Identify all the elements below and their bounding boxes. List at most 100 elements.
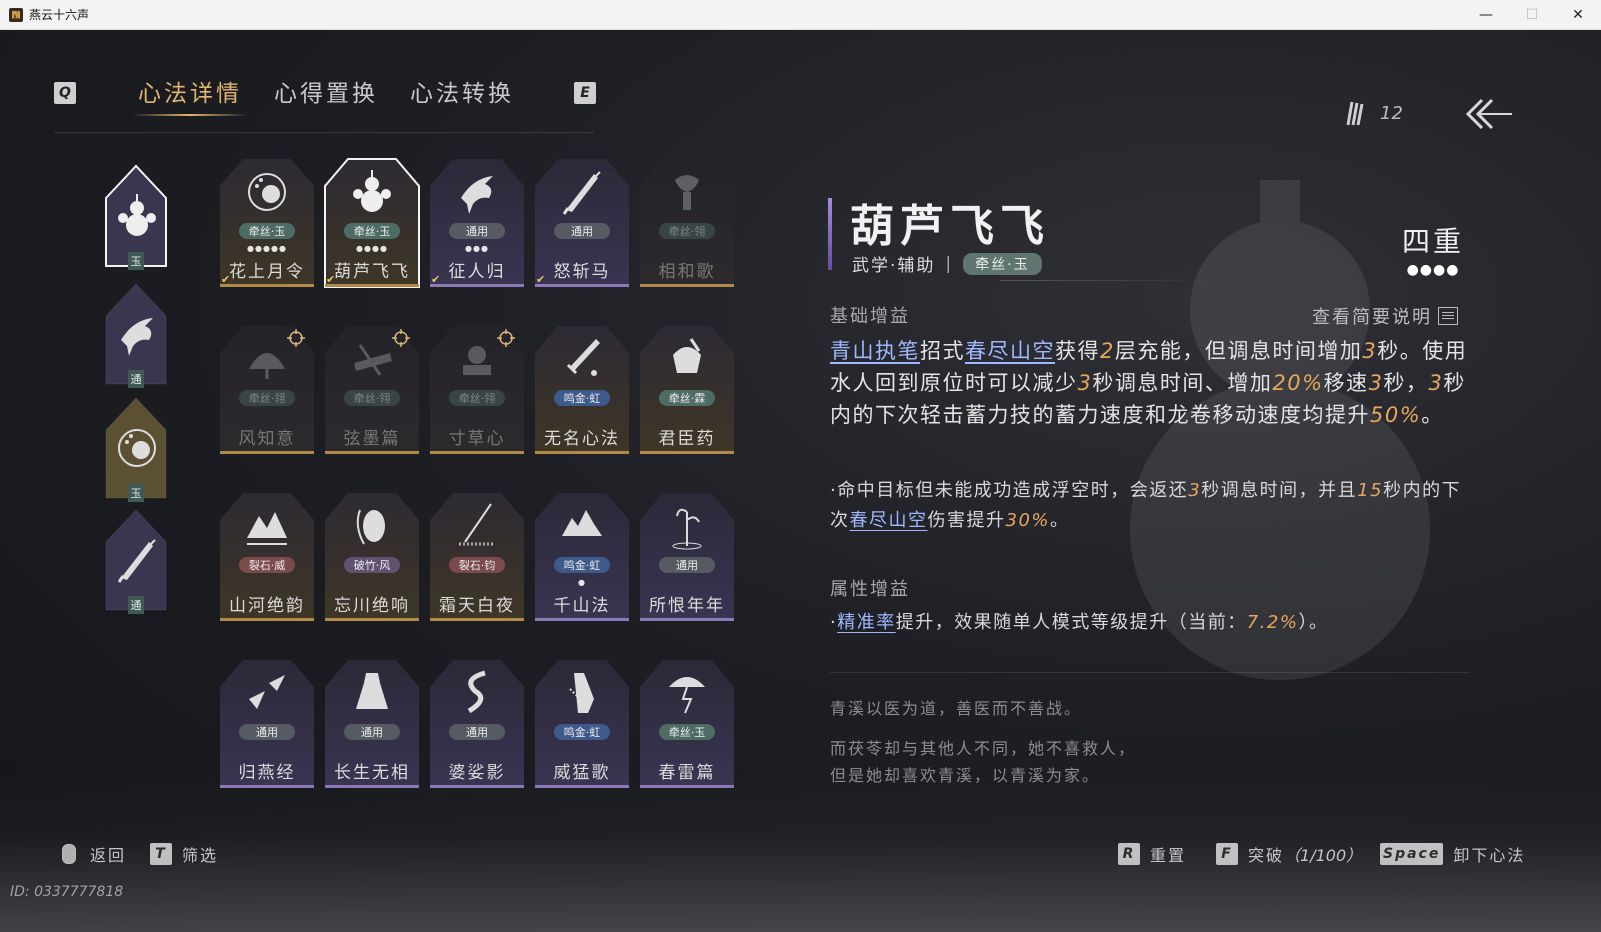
xinfa-card[interactable]: 牵丝·玉春雷篇 <box>639 659 735 789</box>
card-name: 千山法 <box>553 596 611 616</box>
lore-line-1: 青溪以医为道，善医而不善战。 <box>830 699 1083 718</box>
minimize-button[interactable]: — <box>1463 0 1509 30</box>
crosshair-icon <box>287 329 305 347</box>
currency-display: 12 <box>1344 100 1403 126</box>
key-hint-e[interactable]: E <box>574 82 596 104</box>
text-seg: 。 <box>1421 403 1444 427</box>
close-button[interactable]: ✕ <box>1555 0 1601 30</box>
card-name: 寸草心 <box>448 429 506 449</box>
xinfa-card[interactable]: 鸣金·虹 ● 千山法 <box>534 492 630 622</box>
card-school-badge: 裂石·钧 <box>449 557 505 573</box>
detail-subtitle: 武学·辅助 | 牵丝·玉 <box>852 251 1042 276</box>
maximize-button[interactable]: ☐ <box>1509 0 1555 30</box>
window-titlebar: 燕云十六声 — ☐ ✕ <box>0 0 1601 30</box>
card-school-badge: 牵丝·玉 <box>239 223 295 239</box>
equipped-check-icon: ✔ <box>326 273 336 286</box>
xinfa-card[interactable]: 牵丝·霖 君臣药 <box>639 325 735 455</box>
card-level-dots: ●●●● <box>356 244 388 253</box>
card-name: 霜天白夜 <box>439 596 515 616</box>
xinfa-card[interactable]: 牵丝·翎 相和歌 <box>639 158 735 288</box>
attribute-bonus-text: ·精准率提升，效果随单人模式等级提升（当前：7.2%）。 <box>830 608 1470 634</box>
window-title: 燕云十六声 <box>29 8 90 22</box>
mouse-icon <box>62 844 76 864</box>
attribute-bonus-header: 属性增益 <box>830 579 910 600</box>
gourd-icon <box>118 194 156 236</box>
basic-bonus-header: 基础增益 <box>830 306 910 327</box>
xinfa-card[interactable]: 鸣金·虹 威猛歌 <box>534 659 630 789</box>
xinfa-card[interactable]: 牵丝·玉 ●●●● 葫芦飞飞 ✔ <box>324 158 420 288</box>
xinfa-card[interactable]: 牵丝·翎 弦墨篇 <box>324 325 420 455</box>
text-seg: ）。 <box>1298 612 1329 633</box>
reed-icon <box>672 508 702 550</box>
breakthrough-hint[interactable]: F 突破 （1/100） <box>1216 842 1362 866</box>
xinfa-card[interactable]: 通用 怒斩马 ✔ <box>534 158 630 288</box>
value-highlight: 3 <box>1428 371 1444 395</box>
xinfa-card[interactable]: 通用 ●●● 征人归 ✔ <box>429 158 525 288</box>
unequip-hint[interactable]: Space 卸下心法 <box>1380 842 1525 866</box>
flower-moon-icon <box>248 173 286 211</box>
value-highlight: 20% <box>1272 371 1324 395</box>
xinfa-card[interactable]: 通用 所恨年年 <box>639 492 735 622</box>
tab-xinfa-convert[interactable]: 心法转换 <box>394 70 530 116</box>
feather-quills-icon <box>1346 101 1364 126</box>
text-seg: 秒， <box>1383 371 1429 395</box>
xinfa-card[interactable]: 鸣金·虹 无名心法 <box>534 325 630 455</box>
card-name: 花上月令 <box>229 262 305 282</box>
filter-label: 筛选 <box>182 846 219 865</box>
equipped-check-icon: ✔ <box>431 273 441 286</box>
robe-icon <box>356 673 388 709</box>
player-id: ID: 0337777818 <box>10 884 124 900</box>
card-level-dots: ●●●●● <box>247 244 287 253</box>
value-highlight: 50% <box>1370 403 1422 427</box>
crow-icon <box>461 176 493 214</box>
view-brief-button[interactable]: 查看简要说明 <box>1312 303 1458 329</box>
xinfa-card[interactable]: 通用 婆娑影 <box>429 659 525 789</box>
skill-link-chunjin[interactable]: 春尽山空 <box>965 339 1055 363</box>
skill-link-qingshan[interactable]: 青山执笔 <box>830 339 920 363</box>
card-name: 威猛歌 <box>553 763 611 783</box>
xinfa-card[interactable]: 通用 归燕经 <box>219 659 315 789</box>
xinfa-card[interactable]: 裂石·威 山河绝韵 <box>219 492 315 622</box>
card-school-badge: 牵丝·翎 <box>449 390 505 406</box>
card-name: 归燕经 <box>238 763 296 783</box>
sidebar-slot-tag: 玉 <box>128 484 144 502</box>
tab-xinde-swap[interactable]: 心得置换 <box>258 70 394 116</box>
lore-line-2: 而茯苓却与其他人不同，她不喜救人， <box>830 739 1137 758</box>
tier-label: 四重 <box>1401 225 1464 258</box>
back-label: 返回 <box>90 846 127 865</box>
sidebar-slot-tag: 通 <box>128 370 144 388</box>
crow-icon <box>121 318 153 356</box>
swallows-icon <box>249 675 285 709</box>
xinfa-card[interactable]: 裂石·钧霜天白夜 <box>429 492 525 622</box>
card-school-badge: 通用 <box>449 223 505 239</box>
filter-hint[interactable]: T 筛选 <box>150 842 218 866</box>
tab-xinfa-details[interactable]: 心法详情 <box>122 70 258 116</box>
xinfa-card[interactable]: 牵丝·翎寸草心 <box>429 325 525 455</box>
card-name: 春雷篇 <box>658 763 716 783</box>
list-icon <box>1438 307 1458 325</box>
xinfa-card[interactable]: 破竹·风 忘川绝响 <box>324 492 420 622</box>
key-hint-q[interactable]: Q <box>54 82 76 104</box>
card-school-badge: 牵丝·玉 <box>659 724 715 740</box>
equipped-check-icon: ✔ <box>221 273 231 286</box>
text-seg: 秒调息时间、增加 <box>1092 371 1273 395</box>
card-school-badge: 鸣金·虹 <box>554 557 610 573</box>
value-highlight: 3 <box>1362 339 1378 363</box>
back-hint[interactable]: 返回 <box>62 842 126 866</box>
ghost-face-icon <box>356 509 385 545</box>
xinfa-card[interactable]: 牵丝·玉 ●●●●● 花上月令 ✔ <box>219 158 315 288</box>
xinfa-card[interactable]: 牵丝·翎 风知意 <box>219 325 315 455</box>
reset-label: 重置 <box>1150 846 1187 865</box>
tier-indicator: 四重 ●●●● <box>1396 220 1470 278</box>
skill-link-chunjin-2[interactable]: 春尽山空 <box>850 510 928 531</box>
sidebar-slot-tag: 玉 <box>128 252 144 270</box>
lore-divider <box>830 672 1470 673</box>
xinfa-card[interactable]: 通用 长生无相 <box>324 659 420 789</box>
stat-link-accuracy[interactable]: 精准率 <box>837 612 896 633</box>
currency-amount: 12 <box>1380 102 1403 124</box>
reset-hint[interactable]: R 重置 <box>1118 842 1186 866</box>
card-name: 山河绝韵 <box>229 596 305 616</box>
back-arrow-icon[interactable] <box>1466 96 1514 132</box>
view-brief-label: 查看简要说明 <box>1312 307 1432 328</box>
zither-icon <box>354 344 392 376</box>
